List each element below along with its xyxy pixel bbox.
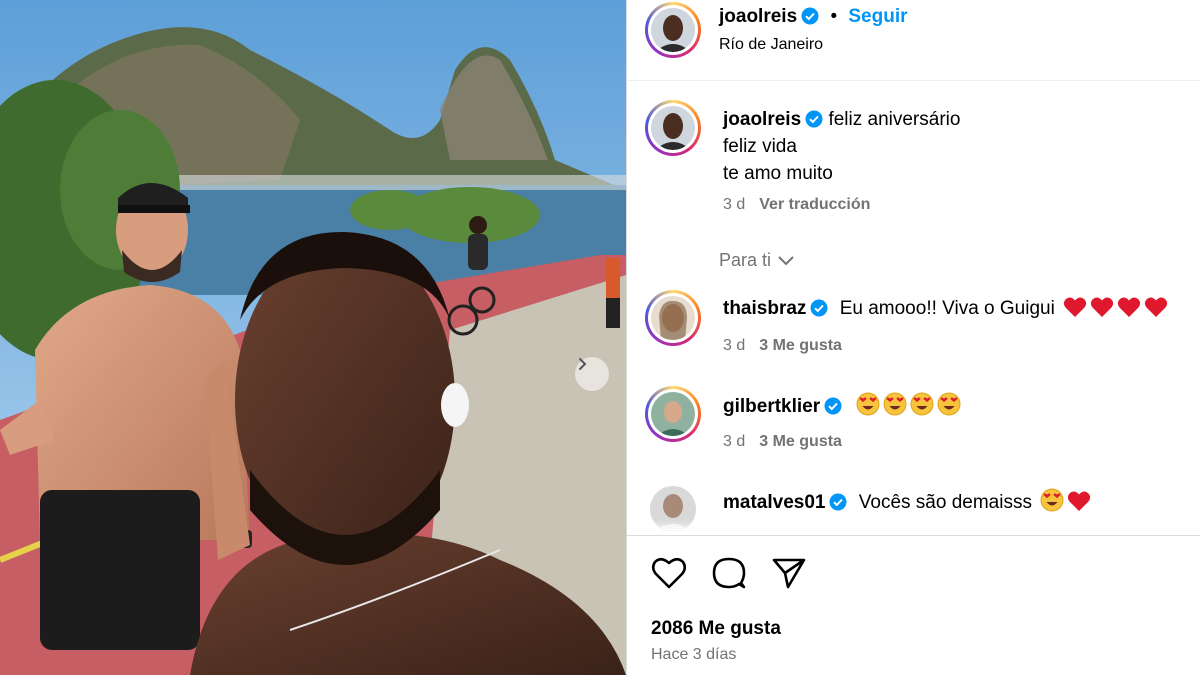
comment-likes[interactable]: 3 Me gusta bbox=[759, 337, 842, 354]
scroll-fade bbox=[627, 520, 1200, 536]
comment-text: Eu amooo!! Viva o Guigui bbox=[839, 298, 1055, 319]
heart-eyes-icon bbox=[937, 392, 961, 416]
caption-line: feliz vida bbox=[723, 136, 797, 157]
author-username[interactable]: joaolreis bbox=[719, 6, 797, 27]
caption-username[interactable]: joaolreis bbox=[723, 109, 801, 130]
commenter-avatar[interactable] bbox=[645, 386, 701, 442]
red-heart-icon bbox=[1144, 297, 1168, 317]
chevron-down-icon bbox=[778, 255, 794, 265]
caption-avatar[interactable] bbox=[645, 100, 701, 156]
comment: matalves01 Vocês são demaisss bbox=[723, 488, 1091, 514]
comment-age: 3 d bbox=[723, 433, 746, 450]
comment-username[interactable]: thaisbraz bbox=[723, 298, 806, 319]
post-actions bbox=[651, 556, 807, 590]
verified-badge-icon bbox=[801, 7, 819, 25]
for-you-filter[interactable]: Para ti bbox=[719, 250, 795, 271]
verified-badge-icon bbox=[805, 110, 823, 128]
see-translation-button[interactable]: Ver traducción bbox=[759, 196, 870, 213]
caption-line: feliz aniversário bbox=[828, 109, 961, 130]
comment-meta: 3 d 3 Me gusta bbox=[723, 433, 842, 451]
commenter-avatar[interactable] bbox=[645, 290, 701, 346]
red-heart-icon bbox=[1117, 297, 1141, 317]
follow-button[interactable]: Seguir bbox=[848, 6, 907, 27]
comment-username[interactable]: gilbertklier bbox=[723, 396, 820, 417]
caption-age: 3 d bbox=[723, 196, 746, 213]
post-location[interactable]: Río de Janeiro bbox=[719, 36, 823, 54]
avatar-image bbox=[651, 296, 695, 340]
carousel-next-button[interactable] bbox=[575, 357, 609, 391]
avatar-image bbox=[651, 106, 695, 150]
photo-scene bbox=[0, 0, 626, 675]
post-date: Hace 3 días bbox=[651, 646, 737, 663]
post-photo bbox=[0, 0, 626, 675]
actions-divider bbox=[627, 535, 1200, 536]
comment-username[interactable]: matalves01 bbox=[723, 492, 825, 513]
chevron-right-icon bbox=[579, 358, 587, 370]
caption-meta: 3 d Ver traducción bbox=[723, 196, 870, 214]
header-divider bbox=[627, 80, 1200, 81]
red-heart-icon bbox=[1063, 297, 1087, 317]
avatar-image bbox=[651, 8, 695, 52]
comment: thaisbraz Eu amooo!! Viva o Guigui bbox=[723, 296, 1168, 320]
comment-age: 3 d bbox=[723, 337, 746, 354]
heart-eyes-icon bbox=[856, 392, 880, 416]
heart-eyes-icon bbox=[1040, 488, 1064, 512]
caption-line: te amo muito bbox=[723, 163, 833, 184]
red-heart-icon bbox=[1090, 297, 1114, 317]
red-heart-icon bbox=[1068, 491, 1091, 511]
heart-eyes-icon bbox=[883, 392, 907, 416]
verified-badge-icon bbox=[810, 299, 828, 317]
likes-count[interactable]: 2086 Me gusta bbox=[651, 618, 781, 640]
comment-bubble-icon[interactable] bbox=[711, 556, 747, 590]
post-header: joaolreis • Seguir bbox=[719, 6, 908, 28]
separator-dot: • bbox=[830, 6, 838, 27]
comment-meta: 3 d 3 Me gusta bbox=[723, 337, 842, 355]
post-details-panel: joaolreis • Seguir Río de Janeiro joaolr… bbox=[626, 0, 1200, 675]
verified-badge-icon bbox=[829, 493, 847, 511]
verified-badge-icon bbox=[824, 397, 842, 415]
paper-plane-icon[interactable] bbox=[771, 556, 807, 590]
comment: gilbertklier bbox=[723, 392, 961, 418]
comment-likes[interactable]: 3 Me gusta bbox=[759, 433, 842, 450]
heart-outline-icon[interactable] bbox=[651, 556, 687, 590]
avatar-image bbox=[651, 392, 695, 436]
for-you-label: Para ti bbox=[719, 250, 772, 270]
heart-eyes-icon bbox=[910, 392, 934, 416]
author-avatar[interactable] bbox=[645, 2, 701, 58]
comment-text: Vocês são demaisss bbox=[858, 492, 1032, 513]
post-caption: joaolreis feliz aniversário feliz vida t… bbox=[723, 106, 960, 187]
